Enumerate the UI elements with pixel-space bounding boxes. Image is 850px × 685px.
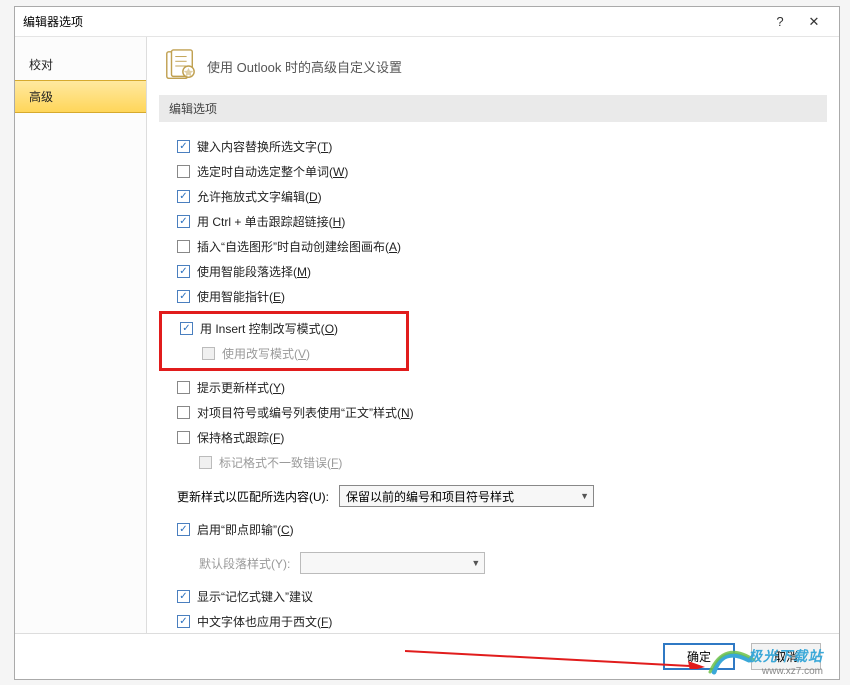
- option-label: 用 Insert 控制改写模式(O): [200, 320, 338, 337]
- options-list-2: ✓ 启用“即点即输”(C): [159, 517, 827, 546]
- checkbox[interactable]: ✓: [177, 140, 190, 153]
- checkbox[interactable]: ✓: [177, 165, 190, 178]
- option-label: 选定时自动选定整个单词(W): [197, 163, 348, 180]
- option-row: ✓ 启用“即点即输”(C): [177, 517, 823, 542]
- checkbox[interactable]: ✓: [180, 322, 193, 335]
- dialog-body: 校对 高级 使用 Outlook 时的高级自定义设置: [15, 37, 839, 633]
- checkbox: ✓: [202, 347, 215, 360]
- option-label: 显示“记忆式键入”建议: [197, 588, 313, 605]
- titlebar: 编辑器选项 ? ✕: [15, 7, 839, 37]
- checkbox[interactable]: ✓: [177, 290, 190, 303]
- content-panel: 使用 Outlook 时的高级自定义设置 编辑选项 ✓ 键入内容替换所选文字(T)…: [147, 37, 839, 633]
- checkbox[interactable]: ✓: [177, 240, 190, 253]
- option-row: ✓ 中文字体也应用于西文(F): [177, 609, 823, 633]
- section-title: 编辑选项: [159, 95, 827, 122]
- settings-icon: [163, 49, 197, 83]
- cancel-button[interactable]: 取消: [751, 643, 821, 670]
- close-button[interactable]: ✕: [797, 10, 831, 34]
- option-row: ✓ 允许拖放式文字编辑(D): [177, 184, 823, 209]
- option-row: ✓ 显示“记忆式键入”建议: [177, 584, 823, 609]
- options-list: ✓ 键入内容替换所选文字(T) ✓ 选定时自动选定整个单词(W) ✓ 允许拖放式文字编辑(…: [159, 130, 827, 479]
- checkbox[interactable]: ✓: [177, 406, 190, 419]
- option-row: ✓ 对项目符号或编号列表使用“正文”样式(N): [177, 400, 823, 425]
- default-para-row: 默认段落样式(Y): ▼: [159, 546, 827, 584]
- option-label: 键入内容替换所选文字(T): [197, 138, 332, 155]
- option-row: ✓ 键入内容替换所选文字(T): [177, 134, 823, 159]
- chevron-down-icon: ▼: [580, 491, 589, 501]
- option-row: ✓ 使用智能段落选择(M): [177, 259, 823, 284]
- sidebar-item-proofing[interactable]: 校对: [15, 49, 146, 80]
- option-label: 启用“即点即输”(C): [197, 521, 294, 538]
- checkbox: ✓: [199, 456, 212, 469]
- chevron-down-icon: ▼: [471, 558, 480, 568]
- ok-button[interactable]: 确定: [663, 643, 735, 670]
- sidebar: 校对 高级: [15, 37, 147, 633]
- checkbox[interactable]: ✓: [177, 523, 190, 536]
- checkbox[interactable]: ✓: [177, 215, 190, 228]
- option-row: ✓ 用 Ctrl + 单击跟踪超链接(H): [177, 209, 823, 234]
- update-style-label: 更新样式以匹配所选内容(U):: [177, 488, 329, 505]
- option-label: 使用改写模式(V): [222, 345, 310, 362]
- option-row: ✓ 标记格式不一致错误(F): [199, 450, 823, 475]
- checkbox[interactable]: ✓: [177, 265, 190, 278]
- options-list-3: ✓显示“记忆式键入”建议✓中文字体也应用于西文(F)✓输入法控制处于活动状态(A…: [159, 584, 827, 633]
- option-label: 保持格式跟踪(F): [197, 429, 284, 446]
- option-row: ✓ 使用改写模式(V): [202, 341, 406, 366]
- editor-options-dialog: 编辑器选项 ? ✕ 校对 高级: [14, 6, 840, 680]
- update-style-combo[interactable]: 保留以前的编号和项目符号样式 ▼: [339, 485, 594, 507]
- checkbox[interactable]: ✓: [177, 381, 190, 394]
- option-label: 提示更新样式(Y): [197, 379, 285, 396]
- header-row: 使用 Outlook 时的高级自定义设置: [159, 45, 827, 95]
- checkbox[interactable]: ✓: [177, 615, 190, 628]
- option-label: 对项目符号或编号列表使用“正文”样式(N): [197, 404, 414, 421]
- option-row: ✓ 用 Insert 控制改写模式(O): [180, 316, 406, 341]
- option-label: 使用智能指针(E): [197, 288, 285, 305]
- option-label: 标记格式不一致错误(F): [219, 454, 342, 471]
- header-text: 使用 Outlook 时的高级自定义设置: [207, 57, 402, 76]
- checkbox[interactable]: ✓: [177, 431, 190, 444]
- option-label: 使用智能段落选择(M): [197, 263, 311, 280]
- option-label: 允许拖放式文字编辑(D): [197, 188, 322, 205]
- option-row: ✓ 使用智能指针(E): [177, 284, 823, 309]
- dialog-title: 编辑器选项: [23, 13, 763, 30]
- highlight-annotation: ✓ 用 Insert 控制改写模式(O) ✓ 使用改写模式(V): [159, 311, 409, 371]
- default-para-label: 默认段落样式(Y):: [199, 555, 290, 572]
- footer: 确定 取消: [15, 633, 839, 679]
- help-button[interactable]: ?: [763, 10, 797, 34]
- option-label: 中文字体也应用于西文(F): [197, 613, 332, 630]
- checkbox[interactable]: ✓: [177, 190, 190, 203]
- option-row: ✓ 选定时自动选定整个单词(W): [177, 159, 823, 184]
- option-row: ✓ 提示更新样式(Y): [177, 375, 823, 400]
- annotation-arrow: [405, 649, 705, 669]
- default-para-combo: ▼: [300, 552, 485, 574]
- sidebar-item-advanced[interactable]: 高级: [15, 80, 146, 113]
- option-row: ✓ 保持格式跟踪(F): [177, 425, 823, 450]
- update-style-row: 更新样式以匹配所选内容(U): 保留以前的编号和项目符号样式 ▼: [159, 479, 827, 517]
- option-row: ✓ 插入“自选图形”时自动创建绘图画布(A): [177, 234, 823, 259]
- option-label: 插入“自选图形”时自动创建绘图画布(A): [197, 238, 401, 255]
- checkbox[interactable]: ✓: [177, 590, 190, 603]
- option-label: 用 Ctrl + 单击跟踪超链接(H): [197, 213, 345, 230]
